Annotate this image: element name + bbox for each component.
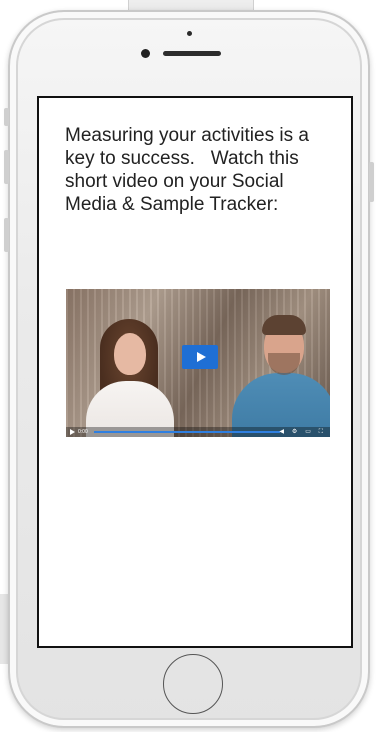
video-progress-bar[interactable] (94, 431, 280, 433)
play-button[interactable] (182, 345, 218, 369)
presenter-woman-face (114, 333, 146, 375)
control-play-icon[interactable] (70, 429, 75, 435)
proximity-sensor-icon (187, 31, 192, 36)
video-controls-bar: 0:00 ◀ ⚙ ▭ ⛶ (66, 427, 330, 437)
earpiece-speaker-icon (163, 51, 221, 56)
presenter-man (262, 315, 306, 335)
silent-switch (4, 108, 9, 126)
message-text: Measuring your activities is a key to su… (65, 125, 315, 215)
video-player[interactable]: 0:00 ◀ ⚙ ▭ ⛶ (66, 289, 330, 437)
home-button[interactable] (163, 654, 223, 714)
volume-up-button (4, 150, 9, 184)
play-icon (197, 352, 206, 362)
control-icons[interactable]: ◀ ⚙ ▭ ⛶ (279, 428, 326, 436)
power-button (369, 162, 374, 202)
phone-screen: Measuring your activities is a key to su… (37, 96, 353, 648)
stage: Measuring your activities is a key to su… (0, 0, 376, 732)
front-camera-icon (141, 49, 150, 58)
video-time: 0:00 (78, 429, 88, 435)
volume-down-button (4, 218, 9, 252)
